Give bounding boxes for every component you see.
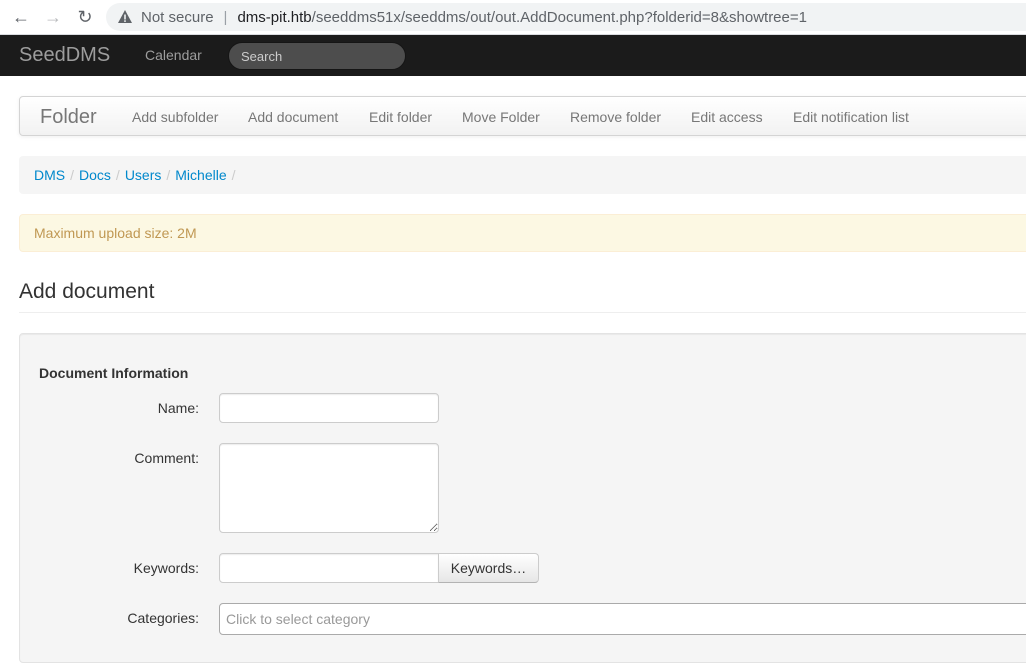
breadcrumb-divider: / [70,167,75,183]
breadcrumb-michelle[interactable]: Michelle [175,167,226,183]
breadcrumb-divider: / [231,167,236,183]
form-legend: Document Information [39,365,189,381]
reload-icon[interactable]: ↻ [72,4,98,30]
calendar-link[interactable]: Calendar [145,35,202,76]
edit-folder-link[interactable]: Edit folder [369,97,432,137]
breadcrumb-dms[interactable]: DMS [34,167,65,183]
title-divider [19,312,1026,313]
keywords-button[interactable]: Keywords… [438,553,539,583]
categories-select[interactable]: Click to select category [219,603,1026,635]
browser-toolbar: ← → ↻ Not secure | dms-pit.htb/seeddms51… [0,0,1026,35]
brand-logo[interactable]: SeedDMS [19,35,110,76]
back-arrow-icon[interactable]: ← [8,4,34,30]
folder-menubar: Folder Add subfolder Add document Edit f… [19,96,1026,136]
remove-folder-link[interactable]: Remove folder [570,97,661,137]
comment-label: Comment: [134,450,199,466]
breadcrumb: DMS / Docs / Users / Michelle / [19,156,1026,194]
breadcrumb-divider: / [115,167,120,183]
address-bar[interactable]: Not secure | dms-pit.htb/seeddms51x/seed… [106,3,1026,31]
edit-access-link[interactable]: Edit access [691,97,763,137]
keywords-input[interactable] [219,553,439,583]
move-folder-link[interactable]: Move Folder [462,97,540,137]
app-navbar: SeedDMS Calendar [0,35,1026,76]
comment-textarea[interactable] [219,443,439,533]
url-path: /seeddms51x/seeddms/out/out.AddDocument.… [311,8,807,26]
upload-size-alert: Maximum upload size: 2M [19,214,1026,252]
search-input[interactable] [228,42,406,70]
breadcrumb-docs[interactable]: Docs [79,167,111,183]
categories-label: Categories: [127,610,199,626]
warning-triangle-icon[interactable] [117,9,133,25]
security-status[interactable]: Not secure [141,9,214,26]
breadcrumb-users[interactable]: Users [125,167,162,183]
add-document-link[interactable]: Add document [248,97,338,137]
page-title: Add document [19,280,155,303]
folder-menu-title[interactable]: Folder [40,97,97,137]
breadcrumb-divider: / [166,167,171,183]
url-host: dms-pit.htb [237,8,312,26]
add-subfolder-link[interactable]: Add subfolder [132,97,218,137]
name-input[interactable] [219,393,439,423]
edit-notification-list-link[interactable]: Edit notification list [793,97,909,137]
keywords-label: Keywords: [133,560,199,576]
forward-arrow-icon[interactable]: → [40,4,66,30]
name-label: Name: [157,400,199,416]
address-divider: | [223,8,228,26]
